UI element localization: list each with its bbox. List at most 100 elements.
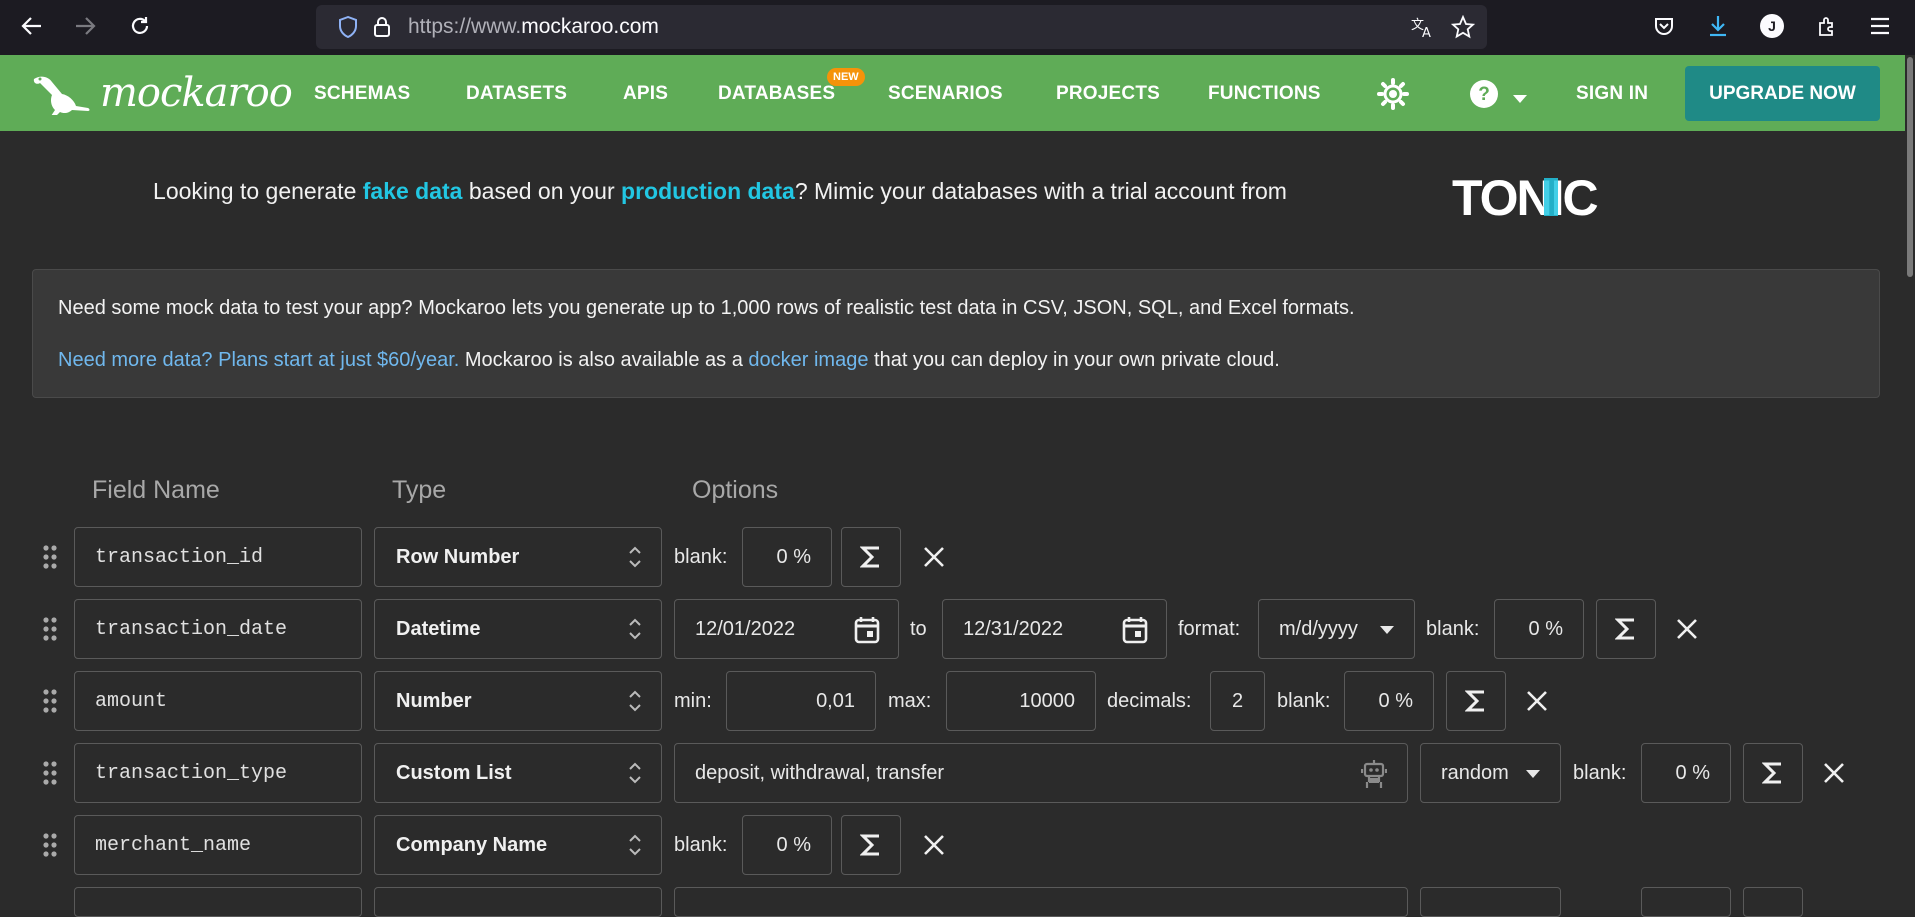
docker-image-link[interactable]: docker image xyxy=(748,349,868,371)
profile-avatar[interactable]: J xyxy=(1757,11,1787,41)
calendar-icon[interactable] xyxy=(1122,616,1148,644)
sigma-icon xyxy=(1615,618,1634,640)
pocket-icon[interactable] xyxy=(1649,11,1679,41)
field-name-input[interactable]: merchant_name xyxy=(74,815,362,875)
calendar-icon[interactable] xyxy=(854,616,880,644)
date-from-input[interactable]: 12/01/2022 xyxy=(674,599,899,659)
formula-sigma-button[interactable] xyxy=(1446,671,1506,731)
field-name-input[interactable] xyxy=(74,887,362,917)
min-input[interactable]: 0,01 xyxy=(726,671,876,731)
blank-percent-input[interactable]: 0 % xyxy=(742,527,832,587)
drag-handle-icon[interactable] xyxy=(41,543,59,571)
url-bar[interactable]: https://www.mockaroo.com 文A xyxy=(316,5,1487,49)
field-name-input[interactable]: transaction_id xyxy=(74,527,362,587)
mockaroo-logo[interactable]: mockaroo xyxy=(30,69,293,117)
type-select[interactable]: Datetime xyxy=(374,599,662,659)
blank-percent-input[interactable]: 0 % xyxy=(1641,743,1731,803)
formula-sigma-button[interactable] xyxy=(1743,887,1803,917)
production-data-highlight[interactable]: production data xyxy=(621,178,795,204)
type-select[interactable]: Custom List xyxy=(374,743,662,803)
shield-icon[interactable] xyxy=(338,15,358,43)
nav-scenarios[interactable]: SCENARIOS xyxy=(888,83,1003,105)
close-icon xyxy=(1677,619,1697,639)
delete-row-button[interactable] xyxy=(1672,614,1702,644)
custom-list-values-input[interactable]: deposit, withdrawal, transfer xyxy=(674,743,1408,803)
delete-row-button[interactable] xyxy=(1819,758,1849,788)
max-label: max: xyxy=(888,690,932,712)
formula-sigma-button[interactable] xyxy=(841,815,901,875)
formula-sigma-button[interactable] xyxy=(841,527,901,587)
bookmark-star-icon[interactable] xyxy=(1450,14,1476,44)
lock-icon[interactable] xyxy=(372,16,392,43)
svg-text:TONIC: TONIC xyxy=(1452,172,1598,222)
robot-icon[interactable] xyxy=(1361,759,1387,789)
type-select[interactable] xyxy=(374,887,662,917)
forward-arrow-icon[interactable] xyxy=(69,10,101,42)
type-select[interactable]: Number xyxy=(374,671,662,731)
sort-updown-icon xyxy=(629,546,641,568)
chevron-down-icon xyxy=(1526,770,1540,778)
translate-icon[interactable]: 文A xyxy=(1410,15,1436,44)
upgrade-now-button[interactable]: UPGRADE NOW xyxy=(1685,66,1880,121)
help-icon[interactable]: ? xyxy=(1469,79,1499,114)
blank-percent-input[interactable]: 0 % xyxy=(742,815,832,875)
close-icon xyxy=(924,547,944,567)
sigma-icon xyxy=(1762,762,1781,784)
drag-handle-icon[interactable] xyxy=(41,831,59,859)
max-input[interactable]: 10000 xyxy=(946,671,1096,731)
field-name-input[interactable]: amount xyxy=(74,671,362,731)
nav-projects[interactable]: PROJECTS xyxy=(1056,83,1160,105)
nav-schemas[interactable]: SCHEMAS xyxy=(314,83,410,105)
type-select[interactable]: Row Number xyxy=(374,527,662,587)
delete-row-button[interactable] xyxy=(1522,686,1552,716)
nav-functions[interactable]: FUNCTIONS xyxy=(1208,83,1321,105)
delete-row-button[interactable] xyxy=(919,542,949,572)
sigma-icon xyxy=(1465,690,1484,712)
page-scrollbar[interactable] xyxy=(1905,55,1915,898)
menu-hamburger-icon[interactable] xyxy=(1865,11,1895,41)
sigma-icon xyxy=(860,834,879,856)
field-name-input[interactable]: transaction_type xyxy=(74,743,362,803)
kangaroo-icon xyxy=(33,76,90,115)
theme-toggle-icon[interactable] xyxy=(1376,77,1410,116)
formula-sigma-button[interactable] xyxy=(1743,743,1803,803)
download-icon[interactable] xyxy=(1703,11,1733,41)
type-header: Type xyxy=(392,476,447,504)
drag-handle-icon[interactable] xyxy=(41,759,59,787)
extensions-icon[interactable] xyxy=(1812,11,1842,41)
field-name-input[interactable]: transaction_date xyxy=(74,599,362,659)
reload-icon[interactable] xyxy=(124,10,156,42)
delete-row-button[interactable] xyxy=(919,830,949,860)
date-to-input[interactable]: 12/31/2022 xyxy=(942,599,1167,659)
tonic-promo: Looking to generate fake data based on y… xyxy=(153,178,1287,204)
date-format-select[interactable]: m/d/yyyy xyxy=(1258,599,1415,659)
decimals-input[interactable]: 2 xyxy=(1210,671,1265,731)
browser-toolbar: https://www.mockaroo.com 文A J xyxy=(0,0,1915,55)
options-select[interactable] xyxy=(1420,887,1561,917)
formula-sigma-button[interactable] xyxy=(1596,599,1656,659)
type-select[interactable]: Company Name xyxy=(374,815,662,875)
options-input[interactable] xyxy=(674,887,1408,917)
drag-handle-icon[interactable] xyxy=(41,615,59,643)
nav-databases[interactable]: DATABASES xyxy=(718,83,835,105)
scrollbar-thumb[interactable] xyxy=(1907,57,1913,277)
chevron-down-icon[interactable] xyxy=(1513,91,1527,109)
tonic-logo[interactable]: TONIC xyxy=(1452,170,1642,227)
blank-percent-input[interactable]: 0 % xyxy=(1494,599,1584,659)
blank-percent-input[interactable] xyxy=(1641,887,1731,917)
info-plans-line: Need more data? Plans start at just $60/… xyxy=(58,349,1280,371)
nav-apis[interactable]: APIS xyxy=(623,83,668,105)
blank-label: blank: xyxy=(1277,690,1331,712)
nav-datasets[interactable]: DATASETS xyxy=(466,83,567,105)
blank-percent-input[interactable]: 0 % xyxy=(1344,671,1434,731)
blank-label: blank: xyxy=(1426,618,1480,640)
back-arrow-icon[interactable] xyxy=(16,10,48,42)
drag-handle-icon[interactable] xyxy=(41,687,59,715)
decimals-label: decimals: xyxy=(1107,690,1192,712)
fake-data-highlight[interactable]: fake data xyxy=(363,178,463,204)
sign-in-link[interactable]: SIGN IN xyxy=(1576,83,1648,105)
list-order-select[interactable]: random xyxy=(1420,743,1561,803)
field-name-header: Field Name xyxy=(92,476,220,504)
plans-link[interactable]: Need more data? Plans start at just $60/… xyxy=(58,349,459,371)
sort-updown-icon xyxy=(629,618,641,640)
